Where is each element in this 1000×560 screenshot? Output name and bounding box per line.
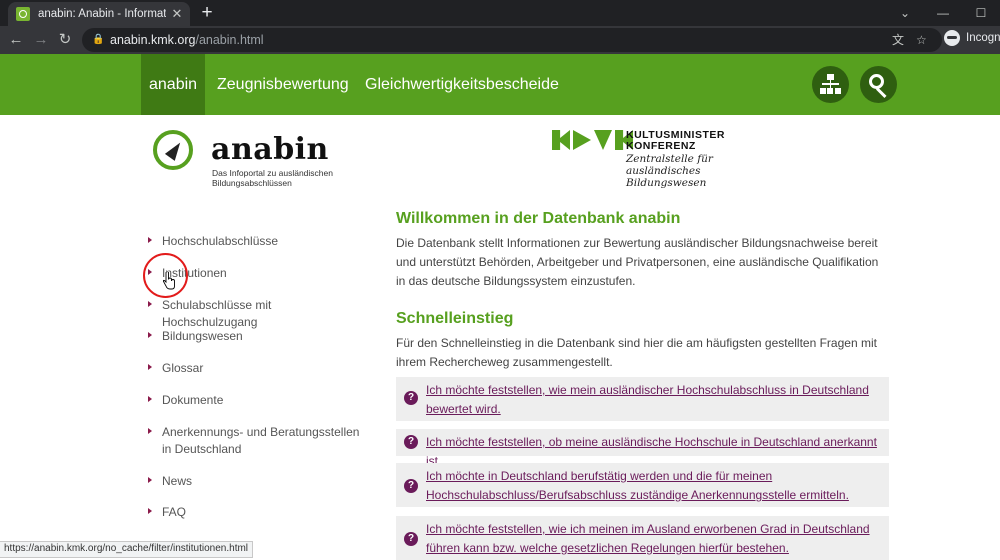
close-tab-icon[interactable]: ✕: [170, 6, 184, 22]
nav-item-zeugnisbewertung[interactable]: Zeugnisbewertung: [217, 54, 349, 115]
welcome-text: Die Datenbank stellt Informationen zur B…: [396, 236, 879, 288]
url-domain: anabin.kmk.org: [110, 33, 196, 47]
menu-item-dokumente[interactable]: Dokumente: [148, 392, 362, 409]
question-mark-icon: ?: [404, 391, 418, 405]
caret-right-icon: [148, 332, 152, 338]
menu-item-anerkennungsstellen[interactable]: Anerkennungs- und Beratungsstellen in De…: [148, 424, 362, 458]
browser-tab[interactable]: anabin: Anabin - Informationssys ✕: [8, 2, 190, 26]
translate-icon[interactable]: 文: [892, 28, 904, 52]
browser-tab-bar: anabin: Anabin - Informationssys ✕ + ⌄ —…: [0, 0, 1000, 26]
minimize-icon[interactable]: —: [924, 6, 962, 20]
site-navigation: anabin Zeugnisbewertung Gleichwertigkeit…: [0, 54, 1000, 115]
hand-cursor-icon: [163, 272, 175, 290]
key-icon[interactable]: [860, 66, 897, 103]
new-tab-icon[interactable]: +: [198, 3, 216, 23]
browser-toolbar: ← → ↻ 🔒 anabin.kmk.org/anabin.html 文 ☆: [0, 26, 1000, 54]
reload-icon[interactable]: ↻: [55, 30, 75, 50]
question-mark-icon: ?: [404, 532, 418, 546]
bookmark-star-icon[interactable]: ☆: [916, 28, 927, 52]
menu-item-hochschulabschluesse[interactable]: Hochschulabschlüsse: [148, 233, 362, 250]
faq-question-link[interactable]: Ich möchte feststellen, wie ich meinen i…: [426, 522, 870, 555]
main-content: Willkommen in der Datenbank anabin Die D…: [396, 208, 889, 372]
faq-question-link[interactable]: Ich möchte feststellen, wie mein ausländ…: [426, 383, 869, 416]
caret-right-icon: [148, 428, 152, 434]
faq-question-box[interactable]: ? Ich möchte feststellen, wie mein auslä…: [396, 377, 889, 421]
caret-right-icon: [148, 508, 152, 514]
nav-item-anabin[interactable]: anabin: [141, 54, 206, 115]
menu-item-bildungswesen[interactable]: Bildungswesen: [148, 328, 362, 345]
compass-logo-icon: [153, 130, 193, 170]
anabin-logo-word: anabin: [211, 132, 329, 167]
menu-item-glossar[interactable]: Glossar: [148, 360, 362, 377]
url-path: /anabin.html: [195, 33, 264, 47]
menu-item-schulabschluesse[interactable]: Schulabschlüsse mit Hochschulzugang: [148, 297, 362, 331]
window-controls: ⌄ — ☐: [886, 0, 1000, 26]
kmk-mark-icon: [552, 130, 636, 150]
lock-icon: 🔒: [92, 34, 105, 45]
incognito-profile[interactable]: Incognit: [944, 30, 1000, 46]
forward-arrow-icon[interactable]: →: [31, 30, 51, 50]
faq-question-box[interactable]: ? Ich möchte in Deutschland berufstätig …: [396, 463, 889, 507]
faq-question-box[interactable]: ? Ich möchte feststellen, ob meine auslä…: [396, 429, 889, 468]
faq-question-link[interactable]: Ich möchte in Deutschland berufstätig we…: [426, 469, 849, 502]
anabin-tagline: Das Infoportal zu ausländischen Bildungs…: [212, 168, 333, 188]
kmk-title: KULTUSMINISTER KONFERENZ: [626, 129, 725, 152]
caret-right-icon: [148, 396, 152, 402]
address-bar[interactable]: 🔒 anabin.kmk.org/anabin.html 文 ☆: [82, 28, 942, 52]
incognito-icon: [944, 30, 960, 46]
back-arrow-icon[interactable]: ←: [6, 30, 26, 50]
nav-item-gleichwertigkeitsbescheide[interactable]: Gleichwertigkeitsbescheide: [365, 54, 559, 115]
question-mark-icon: ?: [404, 435, 418, 449]
question-mark-icon: ?: [404, 479, 418, 493]
maximize-icon[interactable]: ☐: [962, 6, 1000, 20]
welcome-heading: Willkommen in der Datenbank anabin: [396, 210, 681, 227]
sitemap-icon[interactable]: [812, 66, 849, 103]
kmk-subtitle: Zentralstelle für ausländisches Bildungs…: [626, 153, 713, 189]
caret-right-icon: [148, 477, 152, 483]
profile-label: Incognit: [966, 32, 1000, 44]
caret-right-icon: [148, 237, 152, 243]
caret-right-icon: [148, 301, 152, 307]
tab-title: anabin: Anabin - Informationssys: [38, 8, 166, 20]
quick-start-heading: Schnelleinstieg: [396, 310, 514, 327]
menu-item-faq[interactable]: FAQ: [148, 504, 362, 521]
site-favicon-icon: [16, 7, 30, 21]
quick-start-text: Für den Schnelleinstieg in die Datenbank…: [396, 336, 877, 369]
caret-right-icon: [148, 364, 152, 370]
menu-item-news[interactable]: News: [148, 473, 362, 490]
chevron-down-icon[interactable]: ⌄: [886, 6, 924, 20]
faq-question-box[interactable]: ? Ich möchte feststellen, wie ich meinen…: [396, 516, 889, 560]
